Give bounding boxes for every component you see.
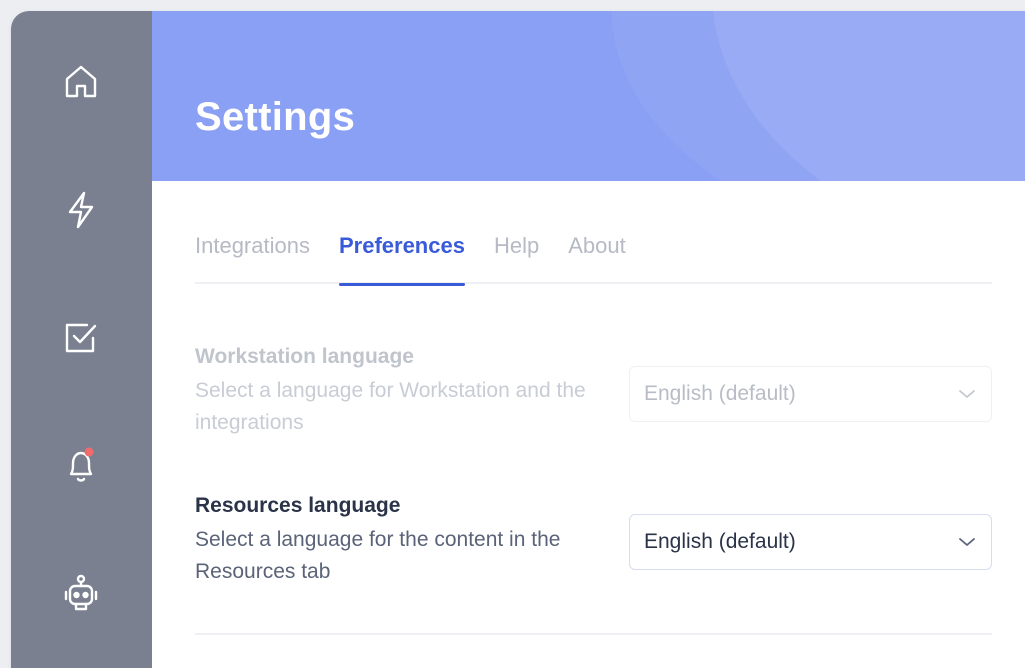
lightning-icon (68, 191, 94, 229)
resources-language-setting: Resources language Select a language for… (195, 494, 992, 588)
sidebar-item-tasks[interactable] (56, 313, 106, 363)
section-divider (195, 633, 992, 635)
tab-integrations[interactable]: Integrations (195, 230, 310, 284)
sidebar-item-notifications[interactable] (56, 439, 106, 489)
home-icon (65, 65, 97, 98)
workstation-language-select[interactable]: English (default) (629, 366, 992, 422)
page-header: Settings (152, 11, 1025, 181)
chevron-down-icon (959, 538, 975, 546)
setting-description: Select a language for Workstation and th… (195, 379, 586, 434)
select-value: English (default) (644, 530, 796, 553)
tab-preferences[interactable]: Preferences (338, 230, 465, 286)
select-value: English (default) (644, 382, 796, 405)
settings-window: Settings Integrations Preferences Help A… (11, 11, 1025, 668)
sidebar-item-home[interactable] (56, 57, 106, 107)
tab-bar: Integrations Preferences Help About (195, 230, 992, 286)
workstation-language-setting: Workstation language Select a language f… (195, 345, 992, 439)
sidebar-item-actions[interactable] (56, 185, 106, 235)
resources-language-select[interactable]: English (default) (629, 514, 992, 570)
notification-badge (84, 447, 94, 457)
sidebar (11, 11, 152, 668)
bot-icon (64, 574, 98, 611)
page-title: Settings (195, 95, 356, 139)
sidebar-item-assistant[interactable] (56, 569, 106, 619)
checkbox-icon (65, 323, 97, 353)
bell-icon (69, 447, 94, 482)
tab-about[interactable]: About (568, 230, 626, 284)
tab-help[interactable]: Help (494, 230, 539, 284)
setting-description: Select a language for the content in the… (195, 528, 561, 583)
main-panel: Settings Integrations Preferences Help A… (152, 11, 1025, 668)
chevron-down-icon (959, 390, 975, 398)
